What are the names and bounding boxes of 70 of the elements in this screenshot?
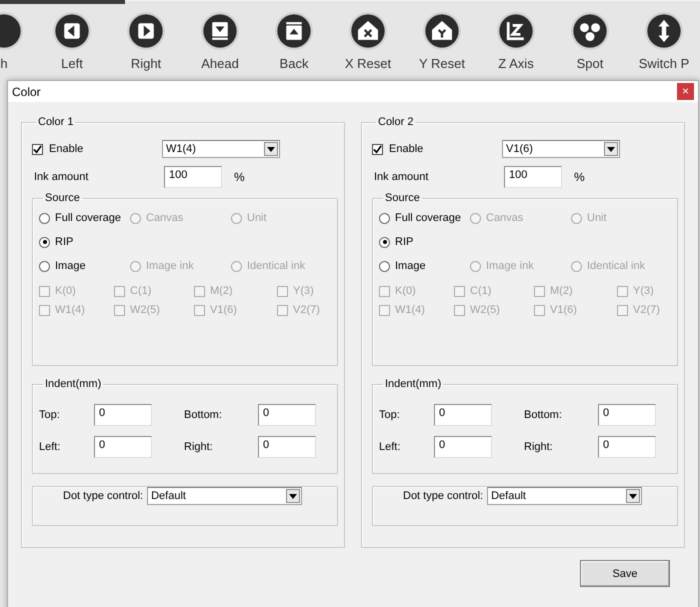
enable-checkbox[interactable]: Enable: [32, 143, 162, 155]
window-title: Color: [12, 84, 41, 98]
group-title: Indent(mm): [384, 378, 442, 390]
indent-label: Bottom:: [524, 409, 563, 421]
ink-amount-label: Ink amount: [373, 171, 430, 183]
group-title: Source: [384, 192, 421, 204]
group-title: Indent(mm): [44, 378, 102, 390]
indent-field[interactable]: 0: [434, 436, 492, 458]
house-cross-icon: [348, 11, 388, 51]
dot-type-label: Dot type control:: [63, 490, 144, 502]
dot-type-dropdown[interactable]: Default: [147, 487, 302, 505]
indent-field[interactable]: 0: [598, 436, 656, 458]
group-title: Color 1: [37, 116, 74, 128]
toolbar-button[interactable]: Spot: [553, 11, 627, 71]
indent-label: Top:: [39, 409, 61, 421]
group-title: Source: [44, 192, 81, 204]
caret-icon: [267, 146, 275, 152]
dots-icon: [570, 11, 610, 51]
dot-type-dropdown[interactable]: Default: [487, 487, 642, 505]
tray-up-icon: [274, 11, 314, 51]
radio-option[interactable]: Full coverage: [379, 210, 470, 226]
unit-label: %: [234, 170, 245, 184]
caret-icon: [629, 494, 638, 498]
check-icon: [33, 144, 42, 154]
close-button[interactable]: ×: [677, 83, 694, 100]
toolbar-button[interactable]: Y Reset: [405, 11, 479, 71]
toolbar-button[interactable]: Left: [35, 11, 109, 71]
indent-label: Left:: [39, 441, 62, 453]
ink-amount-field[interactable]: 100: [504, 166, 562, 188]
toolbar-button[interactable]: Back: [257, 11, 331, 71]
save-button[interactable]: Save: [580, 560, 670, 587]
indent-field[interactable]: 0: [258, 404, 316, 426]
dot-type-label: Dot type control:: [403, 490, 484, 502]
indent-field[interactable]: 0: [598, 404, 656, 426]
toolbar-button[interactable]: X Reset: [331, 11, 405, 71]
indent-label: Right:: [524, 441, 554, 453]
caret-icon: [289, 494, 298, 498]
radio-option[interactable]: RIP: [379, 234, 470, 250]
toolbar-button[interactable]: Switch P: [627, 11, 700, 71]
toolbar-button[interactable]: Ahead: [183, 11, 257, 71]
indent-field[interactable]: 0: [258, 436, 316, 458]
indent-label: Top:: [379, 409, 401, 421]
indent-label: Left:: [379, 441, 402, 453]
tray-down-icon: [200, 11, 240, 51]
indent-label: Bottom:: [184, 409, 223, 421]
arrow-right-icon: [126, 11, 166, 51]
ink-amount-field[interactable]: 100: [164, 166, 222, 188]
channel-dropdown[interactable]: W1(4): [162, 140, 280, 158]
toolbar-button[interactable]: h: [0, 11, 35, 71]
toolbar-button[interactable]: Z Axis: [479, 11, 553, 71]
unit-label: %: [574, 170, 585, 184]
house-fork-icon: [422, 11, 462, 51]
caret-icon: [607, 146, 615, 152]
arrow-left-icon: [52, 11, 92, 51]
up-down-arrow-icon: [644, 11, 684, 51]
toolbar-button[interactable]: Right: [109, 11, 183, 71]
indent-field[interactable]: 0: [94, 436, 152, 458]
check-icon: [373, 144, 382, 154]
radio-option[interactable]: Image: [379, 258, 470, 274]
indent-label: Right:: [184, 441, 214, 453]
radio-option[interactable]: Image: [39, 258, 130, 274]
channel-dropdown[interactable]: V1(6): [502, 140, 620, 158]
ink-amount-label: Ink amount: [33, 171, 90, 183]
indent-field[interactable]: 0: [434, 404, 492, 426]
indent-field[interactable]: 0: [94, 404, 152, 426]
radio-option[interactable]: Full coverage: [39, 210, 130, 226]
group-title: Color 2: [377, 116, 414, 128]
enable-checkbox[interactable]: Enable: [372, 143, 502, 155]
radio-option[interactable]: RIP: [39, 234, 130, 250]
bracket-icon: [496, 11, 536, 51]
